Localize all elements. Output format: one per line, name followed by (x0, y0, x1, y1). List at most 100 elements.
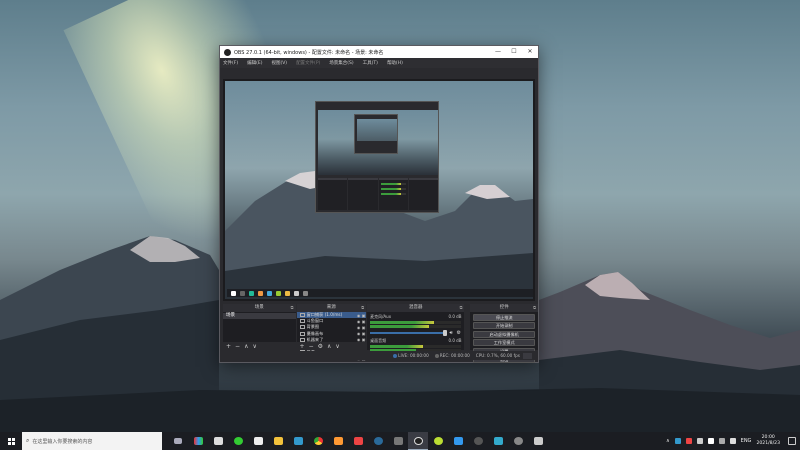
taskbar-app-icon[interactable] (528, 432, 548, 450)
menu-scene-collection[interactable]: 场景集合(S) (329, 60, 353, 66)
close-icon[interactable]: ✕ (522, 46, 538, 58)
track-db: 0.0 dB (448, 338, 462, 343)
taskbar: ⌕ 在这里输入你要搜索的内容 ∧ ENG 20:00 2021/8/23 (0, 432, 800, 450)
record-icon (434, 354, 439, 358)
clock[interactable]: 20:00 2021/8/23 (756, 435, 780, 447)
minimize-icon[interactable]: — (490, 46, 506, 58)
taskbar-app-icon[interactable] (488, 432, 508, 450)
tray-app-icon[interactable] (696, 438, 703, 444)
windows-logo-icon (7, 437, 15, 445)
taskbar-app-icon[interactable] (428, 432, 448, 450)
mixer-dock-header: 混音器 ⧉ (367, 304, 465, 312)
source-item[interactable]: 背景图 ◉ ▣ (297, 324, 367, 330)
menu-help[interactable]: 帮助(H) (387, 60, 403, 66)
chrome-icon[interactable] (308, 432, 328, 450)
nested-obs-preview-deep (354, 114, 398, 154)
sources-dock-header: 来源 ⧉ (296, 304, 367, 312)
taskbar-app-icon[interactable] (328, 432, 348, 450)
taskbar-app-icon[interactable] (388, 432, 408, 450)
scenes-dock-header: 场景 ⧉ (223, 304, 296, 312)
scene-list: 场景 (223, 312, 296, 319)
mixer-track: 麦克风/Aux 0.0 dB 🔊︎ ⚙ (367, 312, 464, 336)
menu-tools[interactable]: 工具(T) (363, 60, 378, 66)
menu-file[interactable]: 文件(F) (223, 60, 238, 66)
tray-app-icon[interactable] (707, 438, 714, 444)
dock-popout-icon[interactable]: ⧉ (460, 304, 463, 312)
start-recording-button[interactable]: 开始录制 (473, 322, 535, 329)
chevron-up-icon[interactable]: ∧ (666, 438, 670, 444)
taskbar-search[interactable]: ⌕ 在这里输入你要搜索的内容 (22, 432, 162, 450)
tray-app-icon[interactable] (685, 438, 692, 444)
preview-image (225, 81, 533, 299)
taskbar-app-icon[interactable] (288, 432, 308, 450)
taskbar-app-icon[interactable] (508, 432, 528, 450)
taskbar-apps (168, 432, 548, 450)
source-label: 斗鱼窗口 (306, 318, 324, 324)
move-down-icon[interactable]: ∨ (252, 343, 256, 350)
task-view-icon[interactable] (168, 432, 188, 450)
move-up-icon[interactable]: ∧ (244, 343, 248, 350)
taskbar-app-icon[interactable] (468, 432, 488, 450)
volume-slider[interactable] (370, 330, 448, 336)
start-button[interactable] (0, 432, 22, 450)
maximize-icon[interactable]: ☐ (506, 46, 522, 58)
menu-view[interactable]: 视图(V) (271, 60, 287, 66)
network-icon[interactable] (718, 438, 725, 444)
source-type-icon (299, 313, 305, 318)
taskbar-app-icon[interactable] (188, 432, 208, 450)
move-down-icon[interactable]: ∨ (335, 343, 339, 350)
search-placeholder: 在这里输入你要搜索的内容 (32, 438, 93, 445)
source-item[interactable]: 斗鱼窗口 ◉ ▣ (297, 318, 367, 324)
source-item[interactable]: 摄像画布 ◉ ▣ (297, 331, 367, 337)
dock-popout-icon[interactable]: ⧉ (291, 304, 294, 312)
title-bar: OBS 27.0.1 (64-bit, windows) - 配置文件: 未命名… (220, 46, 538, 58)
file-explorer-icon[interactable] (268, 432, 288, 450)
volume-icon[interactable] (729, 438, 736, 444)
nested-docks (318, 178, 438, 210)
taskbar-app-icon[interactable] (448, 432, 468, 450)
add-icon[interactable]: + (226, 343, 231, 350)
studio-mode-button[interactable]: 工作室模式 (473, 339, 535, 346)
remove-icon[interactable]: − (235, 343, 240, 350)
notification-icon[interactable] (788, 437, 796, 445)
dock-popout-icon[interactable]: ⧉ (361, 304, 364, 312)
steam-icon[interactable] (368, 432, 388, 450)
taskbar-app-icon[interactable] (248, 432, 268, 450)
source-type-icon (299, 319, 305, 324)
tray-app-icon[interactable] (674, 438, 681, 444)
obs-taskbar-icon[interactable] (408, 432, 428, 450)
lock-icon[interactable]: ▣ (361, 313, 366, 318)
controls-dock-header: 控件 ⧉ (470, 304, 538, 312)
controls-dock: 控件⧉ 停止推流 开始录制 启动虚拟摄像机 工作室模式 设置 退出 (470, 304, 538, 363)
speaker-icon[interactable]: 🔊︎ (449, 330, 454, 336)
status-indicator (523, 352, 532, 359)
source-label: 摄像画布 (306, 330, 324, 336)
move-up-icon[interactable]: ∧ (327, 343, 331, 350)
gear-icon[interactable]: ⚙ (318, 343, 323, 350)
source-label: 背景图 (306, 324, 320, 330)
scene-item[interactable]: 场景 (223, 313, 296, 319)
taskbar-app-icon[interactable] (208, 432, 228, 450)
add-icon[interactable]: + (300, 343, 305, 350)
track-name: 桌面音频 (370, 338, 387, 343)
menu-edit[interactable]: 编辑(E) (247, 60, 262, 66)
dock-popout-icon[interactable]: ⧉ (533, 304, 536, 312)
stop-streaming-button[interactable]: 停止推流 (473, 313, 535, 321)
wechat-icon[interactable] (228, 432, 248, 450)
scenes-dock: 场景 ⧉ 场景 + − ∧ ∨ (223, 304, 296, 350)
preview-canvas[interactable] (223, 79, 535, 301)
source-type-icon (299, 331, 305, 336)
taskbar-app-icon[interactable] (348, 432, 368, 450)
mixer-scrollbar[interactable] (465, 304, 470, 350)
menu-profile[interactable]: 配置文件(P) (296, 60, 320, 66)
language-indicator[interactable]: ENG (741, 438, 752, 444)
remove-icon[interactable]: − (309, 343, 314, 350)
lock-icon[interactable]: ▣ (361, 325, 366, 330)
lock-icon[interactable]: ▣ (361, 319, 366, 324)
start-virtual-camera-button[interactable]: 启动虚拟摄像机 (473, 330, 535, 338)
source-item[interactable]: 窗口捕获 (1.0/ms) ◉ ▣ (296, 312, 367, 319)
gear-icon[interactable]: ⚙ (456, 330, 461, 336)
preview-taskbar (227, 289, 533, 297)
lock-icon[interactable]: ▣ (361, 331, 366, 336)
nested-obs-preview (315, 101, 439, 213)
